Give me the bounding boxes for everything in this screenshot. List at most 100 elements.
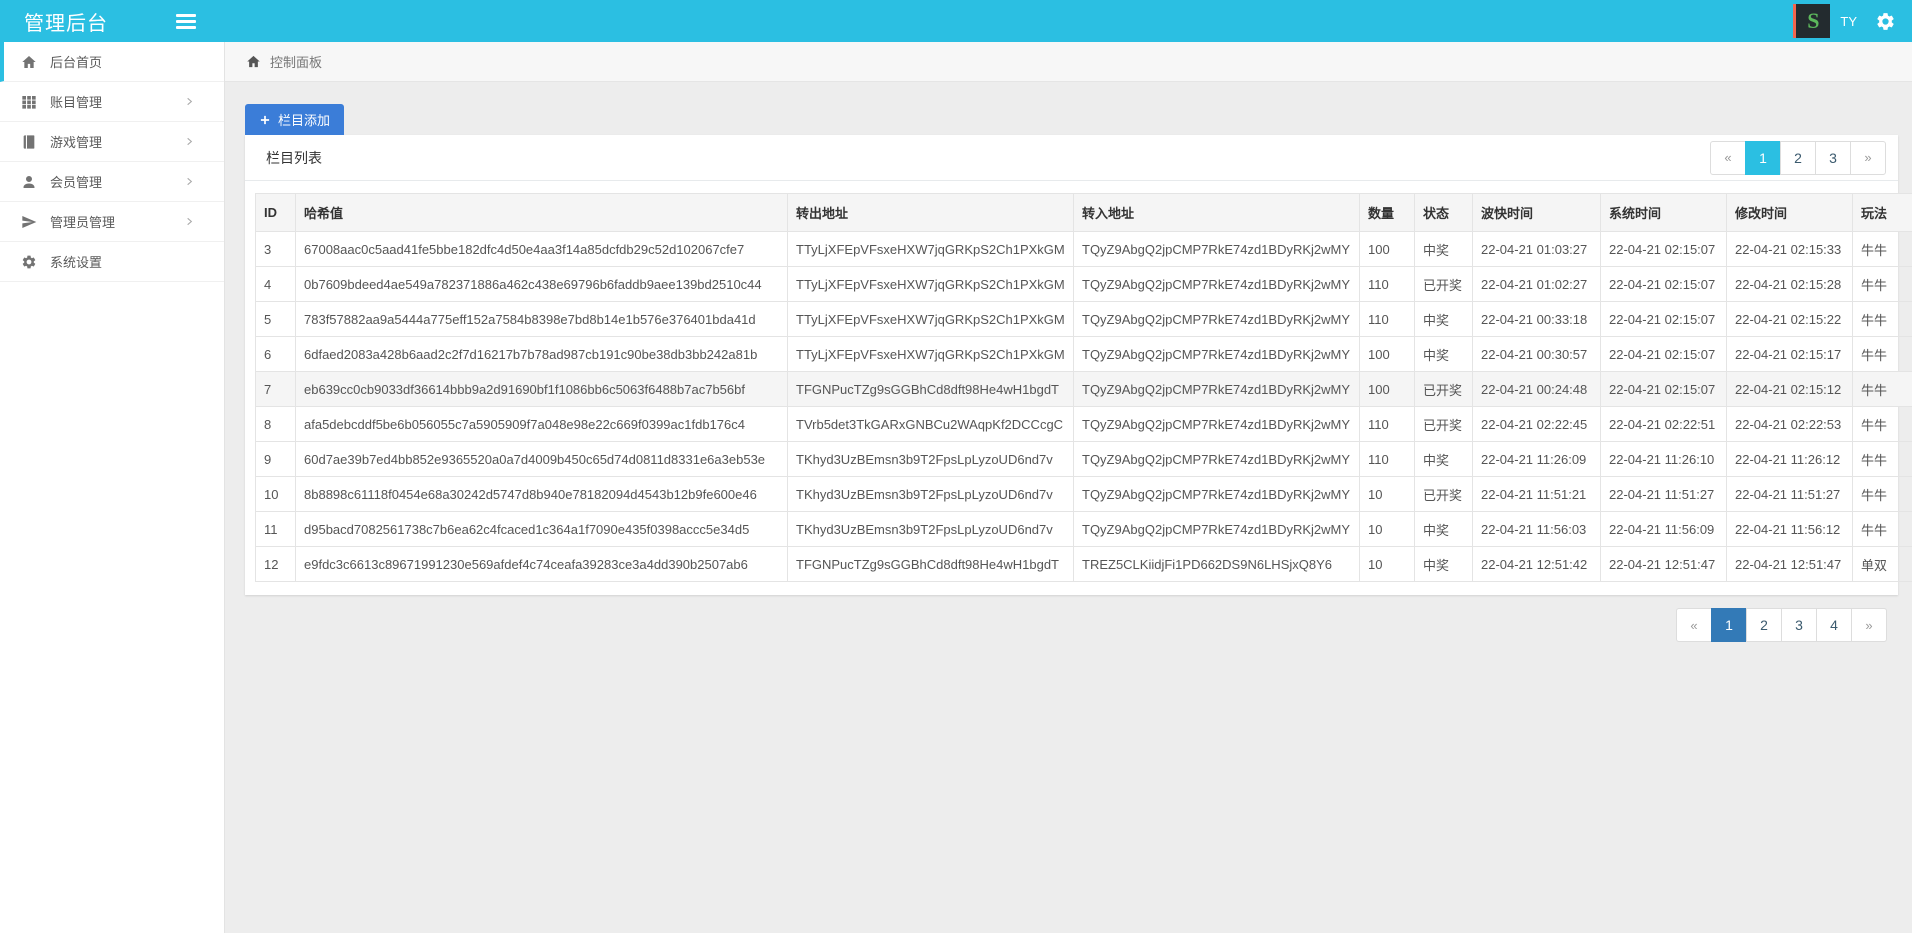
cell-amount: 110 <box>1360 302 1415 337</box>
sidebar-item-label: 管理员管理 <box>50 212 115 231</box>
cell-status: 已开奖 <box>1415 267 1473 302</box>
cell-system-time: 22-04-21 12:51:47 <box>1601 547 1727 582</box>
pagination-top: «123» <box>1710 141 1886 175</box>
bottom-pagination-wrap: «1234» <box>245 608 1887 642</box>
home-icon <box>21 54 37 70</box>
cell-status: 已开奖 <box>1415 372 1473 407</box>
cell-chain-time: 22-04-21 12:51:42 <box>1473 547 1601 582</box>
settings-gear-icon[interactable] <box>1875 11 1896 32</box>
sidebar-item-label: 账目管理 <box>50 92 102 111</box>
cell-system-time: 22-04-21 11:51:27 <box>1601 477 1727 512</box>
user-icon <box>21 174 37 190</box>
pagination-page-2[interactable]: 2 <box>1780 141 1816 175</box>
sidebar-item-admins[interactable]: 管理员管理 <box>0 202 224 242</box>
main-area: 控制面板 栏目添加 栏目列表 «123» ID哈希值转出地址转入地址数量状态波快… <box>225 42 1912 933</box>
avatar[interactable]: S <box>1793 4 1830 38</box>
cell-system-time: 22-04-21 02:15:07 <box>1601 372 1727 407</box>
cell-to-address: TQyZ9AbgQ2jpCMP7RkE74zd1BDyRKj2wMY <box>1074 477 1360 512</box>
breadcrumb[interactable]: 控制面板 <box>225 42 1912 82</box>
cell-id: 11 <box>256 512 296 547</box>
chevron-right-icon <box>184 176 195 187</box>
cell-to-address: TREZ5CLKiidjFi1PD662DS9N6LHSjxQ8Y6 <box>1074 547 1360 582</box>
cell-system-time: 22-04-21 11:56:09 <box>1601 512 1727 547</box>
pagination-page-2[interactable]: 2 <box>1746 608 1782 642</box>
cell-hash: e9fdc3c6613c89671991230e569afdef4c74ceaf… <box>296 547 788 582</box>
cell-from-address: TTyLjXFEpVFsxeHXW7jqGRKpS2Ch1PXkGM <box>788 337 1074 372</box>
pagination-next[interactable]: » <box>1851 608 1887 642</box>
cell-hash: 6dfaed2083a428b6aad2c2f7d16217b7b78ad987… <box>296 337 788 372</box>
cell-status: 中奖 <box>1415 547 1473 582</box>
cell-amount: 110 <box>1360 267 1415 302</box>
table-row: 11d95bacd7082561738c7b6ea62c4fcaced1c364… <box>256 512 1912 547</box>
cell-modified-time: 22-04-21 11:26:12 <box>1727 442 1853 477</box>
cell-chain-time: 22-04-21 01:02:27 <box>1473 267 1601 302</box>
menu-toggle-icon[interactable] <box>176 14 196 29</box>
cell-play-type: 牛牛 <box>1853 512 1912 547</box>
cell-from-address: TKhyd3UzBEmsn3b9T2FpsLpLyzoUD6nd7v <box>788 442 1074 477</box>
cell-from-address: TTyLjXFEpVFsxeHXW7jqGRKpS2Ch1PXkGM <box>788 267 1074 302</box>
cell-hash: 8b8898c61118f0454e68a30242d5747d8b940e78… <box>296 477 788 512</box>
column-header: 转出地址 <box>788 194 1074 232</box>
table-row: 12e9fdc3c6613c89671991230e569afdef4c74ce… <box>256 547 1912 582</box>
cell-chain-time: 22-04-21 11:51:21 <box>1473 477 1601 512</box>
pagination-page-3[interactable]: 3 <box>1781 608 1817 642</box>
cell-id: 12 <box>256 547 296 582</box>
cell-from-address: TKhyd3UzBEmsn3b9T2FpsLpLyzoUD6nd7v <box>788 512 1074 547</box>
cell-play-type: 牛牛 <box>1853 407 1912 442</box>
cell-to-address: TQyZ9AbgQ2jpCMP7RkE74zd1BDyRKj2wMY <box>1074 232 1360 267</box>
table-row: 7eb639cc0cb9033df36614bbb9a2d91690bf1f10… <box>256 372 1912 407</box>
cell-to-address: TQyZ9AbgQ2jpCMP7RkE74zd1BDyRKj2wMY <box>1074 267 1360 302</box>
cell-id: 9 <box>256 442 296 477</box>
cell-id: 4 <box>256 267 296 302</box>
cell-from-address: TFGNPucTZg9sGGBhCd8dft98He4wH1bgdT <box>788 372 1074 407</box>
cell-to-address: TQyZ9AbgQ2jpCMP7RkE74zd1BDyRKj2wMY <box>1074 337 1360 372</box>
pagination-page-3[interactable]: 3 <box>1815 141 1851 175</box>
add-column-button[interactable]: 栏目添加 <box>245 104 344 135</box>
pagination-page-1[interactable]: 1 <box>1711 608 1747 642</box>
cell-id: 10 <box>256 477 296 512</box>
column-list-panel: 栏目列表 «123» ID哈希值转出地址转入地址数量状态波快时间系统时间修改时间… <box>245 135 1898 595</box>
sidebar-item-home[interactable]: 后台首页 <box>0 42 224 82</box>
cell-system-time: 22-04-21 02:15:07 <box>1601 337 1727 372</box>
sidebar-item-games[interactable]: 游戏管理 <box>0 122 224 162</box>
table-row: 108b8898c61118f0454e68a30242d5747d8b940e… <box>256 477 1912 512</box>
cell-chain-time: 22-04-21 11:56:03 <box>1473 512 1601 547</box>
cell-to-address: TQyZ9AbgQ2jpCMP7RkE74zd1BDyRKj2wMY <box>1074 442 1360 477</box>
cell-to-address: TQyZ9AbgQ2jpCMP7RkE74zd1BDyRKj2wMY <box>1074 407 1360 442</box>
pagination-next[interactable]: » <box>1850 141 1886 175</box>
pagination-prev[interactable]: « <box>1676 608 1712 642</box>
cell-chain-time: 22-04-21 00:30:57 <box>1473 337 1601 372</box>
pagination-page-1[interactable]: 1 <box>1745 141 1781 175</box>
column-header: 状态 <box>1415 194 1473 232</box>
cell-modified-time: 22-04-21 02:22:53 <box>1727 407 1853 442</box>
cell-from-address: TVrb5det3TkGARxGNBCu2WAqpKf2DCCcgC <box>788 407 1074 442</box>
cell-amount: 10 <box>1360 547 1415 582</box>
cell-system-time: 22-04-21 02:15:07 <box>1601 267 1727 302</box>
add-column-button-label: 栏目添加 <box>278 110 330 129</box>
table-row: 8afa5debcddf5be6b056055c7a5905909f7a048e… <box>256 407 1912 442</box>
sidebar-item-accounts[interactable]: 账目管理 <box>0 82 224 122</box>
cell-system-time: 22-04-21 11:26:10 <box>1601 442 1727 477</box>
cell-from-address: TFGNPucTZg9sGGBhCd8dft98He4wH1bgdT <box>788 547 1074 582</box>
cell-chain-time: 22-04-21 00:24:48 <box>1473 372 1601 407</box>
send-icon <box>21 214 37 230</box>
cell-play-type: 牛牛 <box>1853 442 1912 477</box>
sidebar-item-members[interactable]: 会员管理 <box>0 162 224 202</box>
cell-chain-time: 22-04-21 02:22:45 <box>1473 407 1601 442</box>
cell-play-type: 牛牛 <box>1853 302 1912 337</box>
column-header: 修改时间 <box>1727 194 1853 232</box>
pagination-prev[interactable]: « <box>1710 141 1746 175</box>
topbar: 管理后台 S TY <box>0 0 1912 42</box>
cell-system-time: 22-04-21 02:15:07 <box>1601 232 1727 267</box>
cell-status: 中奖 <box>1415 442 1473 477</box>
cell-chain-time: 22-04-21 00:33:18 <box>1473 302 1601 337</box>
pagination-page-4[interactable]: 4 <box>1816 608 1852 642</box>
cell-to-address: TQyZ9AbgQ2jpCMP7RkE74zd1BDyRKj2wMY <box>1074 372 1360 407</box>
sidebar-item-settings[interactable]: 系统设置 <box>0 242 224 282</box>
cell-modified-time: 22-04-21 02:15:17 <box>1727 337 1853 372</box>
cell-amount: 100 <box>1360 372 1415 407</box>
gear-icon <box>21 254 37 270</box>
panel-body: ID哈希值转出地址转入地址数量状态波快时间系统时间修改时间玩法 367008aa… <box>245 181 1898 595</box>
cell-from-address: TTyLjXFEpVFsxeHXW7jqGRKpS2Ch1PXkGM <box>788 302 1074 337</box>
cell-hash: 67008aac0c5aad41fe5bbe182dfc4d50e4aa3f14… <box>296 232 788 267</box>
